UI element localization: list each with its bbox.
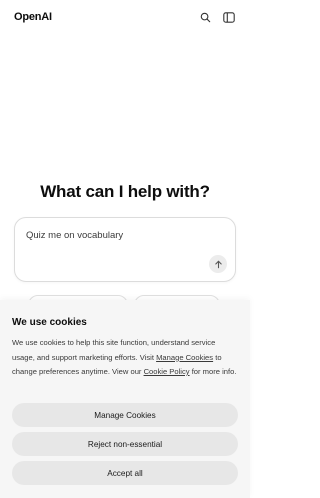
page-heading: What can I help with? (40, 182, 210, 201)
cookie-policy-link[interactable]: Cookie Policy (144, 367, 190, 376)
sidebar-toggle-button[interactable] (220, 8, 238, 26)
prompt-composer[interactable]: Quiz me on vocabulary (14, 217, 236, 282)
openai-logo[interactable]: OpenAI (14, 11, 52, 23)
cookie-banner-title: We use cookies (12, 317, 87, 328)
reject-non-essential-button[interactable]: Reject non-essential (12, 432, 238, 456)
accept-all-button[interactable]: Accept all (12, 461, 238, 485)
header-actions (196, 8, 238, 26)
manage-cookies-link[interactable]: Manage Cookies (156, 353, 213, 362)
top-bar: OpenAI (0, 0, 250, 34)
cookie-banner: We use cookies We use cookies to help th… (0, 300, 250, 498)
manage-cookies-button[interactable]: Manage Cookies (12, 403, 238, 427)
prompt-input[interactable]: Quiz me on vocabulary (26, 230, 123, 241)
arrow-up-icon (214, 260, 222, 268)
sidebar-toggle-icon (223, 11, 235, 23)
send-button[interactable] (209, 255, 227, 273)
search-icon (200, 12, 210, 22)
cookie-banner-text: We use cookies to help this site functio… (12, 336, 240, 380)
cookie-text-part: for more info. (189, 367, 237, 376)
search-button[interactable] (196, 8, 214, 26)
